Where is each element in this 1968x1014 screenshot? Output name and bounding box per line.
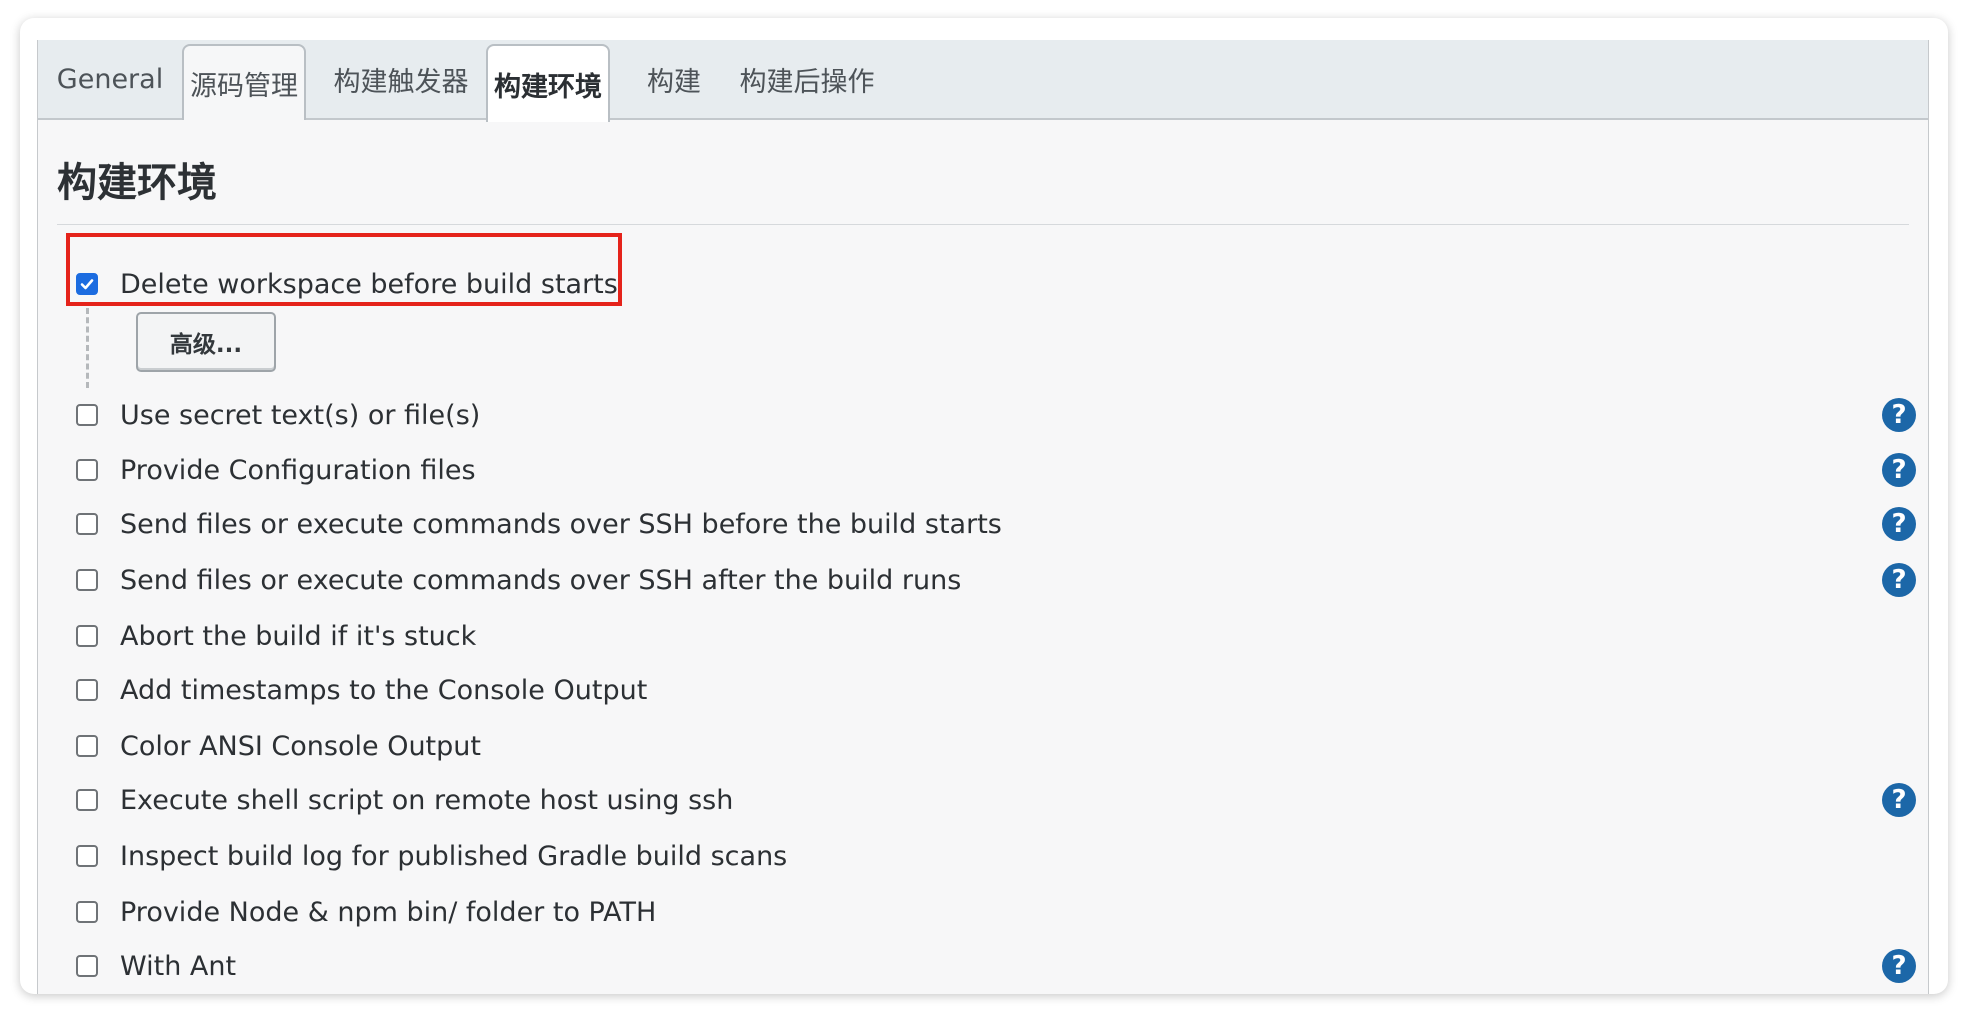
help-icon[interactable]: ?: [1882, 507, 1916, 541]
option-checkbox[interactable]: [76, 404, 98, 426]
option-label[interactable]: Provide Node & npm bin/ folder to PATH: [120, 897, 656, 928]
tab-build-environment-label: 构建环境: [494, 71, 602, 103]
option-checkbox[interactable]: [76, 789, 98, 811]
option-checkbox[interactable]: [76, 569, 98, 591]
help-icon[interactable]: ?: [1882, 949, 1916, 983]
option-label[interactable]: Color ANSI Console Output: [120, 731, 481, 762]
tab-build-triggers[interactable]: 构建触发器: [322, 40, 480, 118]
option-label[interactable]: With Ant: [120, 951, 236, 982]
job-config-panel: General 源码管理 构建触发器 构建环境 构建 构建后操作 构建环境 De…: [37, 40, 1929, 994]
option-ssh-before-build[interactable]: Send files or execute commands over SSH …: [66, 504, 1916, 544]
tab-build-environment[interactable]: 构建环境: [486, 44, 610, 122]
option-label[interactable]: Send files or execute commands over SSH …: [120, 509, 1002, 540]
option-gradle-build-scans[interactable]: Inspect build log for published Gradle b…: [66, 836, 1916, 876]
advanced-guide-line: [86, 308, 89, 388]
option-checkbox[interactable]: [76, 513, 98, 535]
config-tab-bar: General 源码管理 构建触发器 构建环境 构建 构建后操作: [38, 40, 1928, 122]
option-checkbox[interactable]: [76, 955, 98, 977]
help-icon[interactable]: ?: [1882, 783, 1916, 817]
option-config-files[interactable]: Provide Configuration files ?: [66, 450, 1916, 490]
option-checkbox[interactable]: [76, 735, 98, 757]
tab-post-build-actions-label: 构建后操作: [739, 66, 875, 98]
option-label[interactable]: Inspect build log for published Gradle b…: [120, 841, 787, 872]
advanced-button[interactable]: 高级...: [136, 312, 276, 372]
option-checkbox[interactable]: [76, 625, 98, 647]
tab-build[interactable]: 构建: [632, 40, 716, 118]
option-secret-text[interactable]: Use secret text(s) or file(s) ?: [66, 395, 1916, 435]
option-checkbox[interactable]: [76, 845, 98, 867]
tab-build-label: 构建: [647, 66, 701, 98]
tab-build-triggers-label: 构建触发器: [333, 66, 469, 98]
option-node-npm-path[interactable]: Provide Node & npm bin/ folder to PATH: [66, 892, 1916, 932]
option-checkbox[interactable]: [76, 459, 98, 481]
option-ssh-after-build[interactable]: Send files or execute commands over SSH …: [66, 560, 1916, 600]
window-frame: General 源码管理 构建触发器 构建环境 构建 构建后操作 构建环境 De…: [20, 18, 1948, 994]
help-icon[interactable]: ?: [1882, 453, 1916, 487]
option-label[interactable]: Abort the build if it's stuck: [120, 621, 476, 652]
option-checkbox[interactable]: [76, 679, 98, 701]
help-icon[interactable]: ?: [1882, 398, 1916, 432]
option-abort-stuck[interactable]: Abort the build if it's stuck: [66, 616, 1916, 656]
tab-post-build-actions[interactable]: 构建后操作: [732, 40, 882, 118]
section-divider: [57, 224, 1909, 225]
option-label[interactable]: Send files or execute commands over SSH …: [120, 565, 961, 596]
option-checkbox[interactable]: [76, 901, 98, 923]
section-title: 构建环境: [57, 160, 217, 206]
highlight-box: [66, 233, 622, 306]
option-label[interactable]: Execute shell script on remote host usin…: [120, 785, 733, 816]
option-label[interactable]: Add timestamps to the Console Output: [120, 675, 647, 706]
tab-general-label: General: [56, 63, 164, 95]
option-remote-shell-ssh[interactable]: Execute shell script on remote host usin…: [66, 780, 1916, 820]
tab-scm[interactable]: 源码管理: [182, 44, 306, 120]
option-timestamps[interactable]: Add timestamps to the Console Output: [66, 670, 1916, 710]
option-label[interactable]: Provide Configuration files: [120, 455, 476, 486]
tab-general[interactable]: General: [55, 40, 165, 118]
tab-scm-label: 源码管理: [190, 70, 298, 102]
option-with-ant[interactable]: With Ant ?: [66, 946, 1916, 986]
help-icon[interactable]: ?: [1882, 563, 1916, 597]
option-color-ansi[interactable]: Color ANSI Console Output: [66, 726, 1916, 766]
option-label[interactable]: Use secret text(s) or file(s): [120, 400, 480, 431]
